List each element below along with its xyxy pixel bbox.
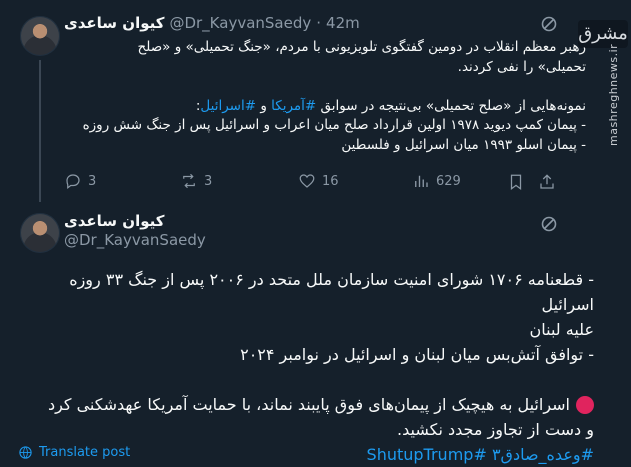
display-name[interactable]: کیوان ساعدی bbox=[64, 212, 164, 231]
tweet1-line bbox=[70, 77, 586, 97]
like-button[interactable]: 16 bbox=[298, 172, 339, 190]
tweet2-line-text: اسرائیل به هیچیک از پیمان‌های فوق پایبند… bbox=[47, 395, 570, 414]
thread-connector bbox=[39, 60, 41, 202]
tweet1-header: کیوان ساعدی @Dr_KayvanSaedy · 42m bbox=[64, 14, 360, 32]
timestamp[interactable]: 42m bbox=[326, 14, 360, 32]
heart-icon bbox=[299, 174, 315, 188]
dot-separator: · bbox=[316, 14, 322, 32]
tweet1-line: نمونه‌هایی از «صلح تحمیلی» بی‌نتیجه در س… bbox=[70, 97, 586, 117]
retweet-button[interactable]: 3 bbox=[180, 172, 212, 190]
text-segment: نمونه‌هایی از «صلح تحمیلی» بی‌نتیجه در س… bbox=[316, 97, 587, 114]
display-name[interactable]: کیوان ساعدی bbox=[64, 14, 164, 32]
hashtag-link[interactable]: #اسرائیل bbox=[200, 98, 256, 114]
tweet2-line: علیه لبنان bbox=[529, 320, 595, 339]
tweet1-line: رهبر معظم انقلاب در دومین گفتگوی تلویزیو… bbox=[137, 39, 586, 55]
share-icon[interactable] bbox=[538, 173, 556, 195]
retweet-icon bbox=[183, 173, 195, 189]
avatar[interactable] bbox=[20, 213, 60, 253]
bookmark-icon[interactable] bbox=[507, 173, 525, 195]
tweet2-body: - قطعنامه ۱۷۰۶ شورای امنیت سازمان ملل مت… bbox=[20, 267, 594, 467]
tweet1-line: - پیمان اسلو ۱۹۹۳ میان اسرائیل و فلسطین bbox=[341, 136, 586, 153]
text-segment: و bbox=[256, 97, 272, 114]
views-button[interactable]: 629 bbox=[412, 172, 461, 190]
tweet1-line: تحمیلی» را نفی کردند. bbox=[457, 58, 586, 75]
tweet2-line bbox=[20, 367, 594, 392]
like-count: 16 bbox=[322, 173, 339, 189]
tweet2-header: کیوان ساعدی @Dr_KayvanSaedy bbox=[64, 212, 206, 250]
tweet1-body: رهبر معظم انقلاب در دومین گفتگوی تلویزیو… bbox=[70, 38, 586, 155]
reply-button[interactable]: 3 bbox=[64, 172, 96, 190]
site-watermark-text: mashreghnews.ir bbox=[607, 43, 620, 146]
views-icon bbox=[415, 175, 428, 187]
grok-icon[interactable] bbox=[540, 215, 558, 237]
tweet2-line: و دست از تجاوز مجدد نکشید. bbox=[397, 420, 594, 439]
reply-icon bbox=[66, 174, 80, 189]
tweet2-line: اسرائیل به هیچیک از پیمان‌های فوق پایبند… bbox=[20, 392, 594, 417]
translate-label: Translate post bbox=[39, 445, 131, 460]
tweet2-line: - توافق آتش‌بس میان لبنان و اسرائیل در ن… bbox=[240, 345, 594, 364]
views-count: 629 bbox=[436, 173, 461, 189]
tweet1-line-text: نمونه‌هایی از «صلح تحمیلی» بی‌نتیجه در س… bbox=[196, 98, 586, 114]
tweet2-line: - قطعنامه ۱۷۰۶ شورای امنیت سازمان ملل مت… bbox=[69, 270, 594, 314]
handle[interactable]: @Dr_KayvanSaedy bbox=[64, 231, 206, 250]
retweet-count: 3 bbox=[204, 173, 213, 189]
grok-icon[interactable] bbox=[540, 15, 558, 37]
reply-count: 3 bbox=[88, 173, 97, 189]
avatar[interactable] bbox=[20, 16, 60, 56]
hashtag-link[interactable]: #آمریکا bbox=[271, 98, 316, 114]
handle[interactable]: @Dr_KayvanSaedy bbox=[169, 14, 311, 32]
translate-post-link[interactable]: Translate post bbox=[18, 445, 130, 460]
tweet1-line: - پیمان کمپ دیوید ۱۹۷۸ اولین قرارداد صلح… bbox=[82, 117, 586, 133]
red-circle-icon bbox=[576, 395, 594, 414]
globe-icon bbox=[19, 446, 32, 459]
